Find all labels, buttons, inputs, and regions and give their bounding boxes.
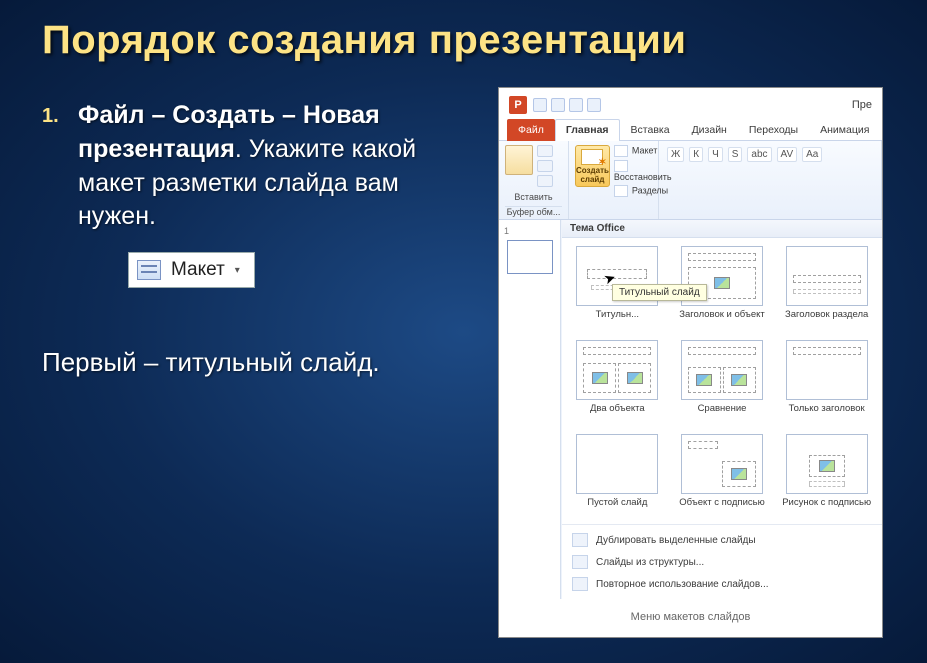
layout-label: Объект с подписью [679, 498, 764, 518]
layout-button-snippet: Макет ▾ [128, 252, 255, 288]
shadow-button[interactable]: S [728, 147, 743, 162]
quick-access-toolbar [533, 98, 601, 112]
layout-label: Рисунок с подписью [782, 498, 871, 518]
strike-button[interactable]: abc [747, 147, 771, 162]
ribbon-clipboard-group: Вставить Буфер обм... [499, 141, 569, 219]
layout-label: Заголовок и объект [679, 310, 765, 330]
layout-label: Пустой слайд [587, 498, 647, 518]
new-slide-label: Создать слайд [576, 167, 609, 184]
outline-icon [572, 555, 588, 569]
layout-content-caption[interactable] [681, 434, 763, 494]
cut-icon[interactable] [537, 145, 553, 157]
layout-comparison[interactable] [681, 340, 763, 400]
layout-label: Сравнение [698, 404, 747, 424]
window-title-fragment: Пре [852, 99, 872, 111]
tab-insert[interactable]: Вставка [620, 119, 681, 141]
tab-file[interactable]: Файл [507, 119, 555, 141]
tab-animation[interactable]: Анимация [809, 119, 880, 141]
italic-button[interactable]: К [689, 147, 703, 162]
clipboard-group-label: Буфер обм... [505, 206, 562, 217]
duplicate-icon [572, 533, 588, 547]
slide-title: Порядок создания презентации [42, 18, 885, 63]
powerpoint-logo-icon: P [509, 96, 527, 114]
layout-label: Титульн... [596, 310, 639, 330]
image-icon [592, 372, 608, 384]
tooltip: Титульный слайд [612, 284, 707, 301]
layout-icon [137, 260, 161, 280]
tab-design[interactable]: Дизайн [681, 119, 738, 141]
new-slide-icon [581, 149, 603, 165]
tab-home[interactable]: Главная [555, 119, 620, 141]
menu-label: Слайды из структуры... [596, 557, 704, 568]
image-icon [819, 460, 835, 472]
layout-label: Макет [171, 259, 225, 281]
paste-button[interactable] [505, 145, 533, 175]
layout-label: Только заголовок [789, 404, 865, 424]
step-text: Файл – Создать – Новая презентация. Укаж… [78, 99, 474, 234]
layout-blank[interactable] [576, 434, 658, 494]
layout-picture-caption[interactable] [786, 434, 868, 494]
menu-slides-from-outline[interactable]: Слайды из структуры... [562, 551, 882, 573]
new-slide-button[interactable]: Создать слайд [575, 145, 610, 187]
menu-label: Повторное использование слайдов... [596, 579, 769, 590]
case-button[interactable]: Aa [802, 147, 822, 162]
panel-caption: Меню макетов слайдов [499, 611, 882, 623]
slide-thumbnail[interactable] [507, 240, 553, 274]
step-1: 1. Файл – Создать – Новая презентация. У… [42, 99, 474, 234]
format-painter-icon[interactable] [537, 175, 553, 187]
menu-label: Дублировать выделенные слайды [596, 535, 756, 546]
reuse-icon [572, 577, 588, 591]
image-icon [731, 374, 747, 386]
paste-label: Вставить [505, 192, 562, 202]
menu-duplicate-slides[interactable]: Дублировать выделенные слайды [562, 529, 882, 551]
image-icon [731, 468, 747, 480]
image-icon [696, 374, 712, 386]
ribbon-slides-group: Создать слайд Макет Восстановить Разделы [569, 141, 659, 219]
slide-nav: 1 [499, 220, 561, 599]
bold-button[interactable]: Ж [667, 147, 684, 162]
layout-title-only[interactable] [786, 340, 868, 400]
slide-number: 1 [504, 226, 509, 236]
image-icon [714, 277, 730, 289]
tab-transitions[interactable]: Переходы [738, 119, 809, 141]
powerpoint-screenshot: P Пре Файл Главная Вставка Дизайн Перехо… [498, 87, 883, 638]
note-text: Первый – титульный слайд. [42, 346, 474, 380]
spacing-button[interactable]: AV [777, 147, 798, 162]
layout-section-header[interactable] [786, 246, 868, 306]
gallery-header: Тема Office [562, 220, 882, 238]
chevron-down-icon: ▾ [235, 265, 240, 276]
menu-reuse-slides[interactable]: Повторное использование слайдов... [562, 573, 882, 595]
copy-icon[interactable] [537, 160, 553, 172]
ribbon-font-group: Ж К Ч S abc AV Aa [659, 141, 882, 219]
layout-two-content[interactable] [576, 340, 658, 400]
image-icon [627, 372, 643, 384]
layout-label: Два объекта [590, 404, 645, 424]
step-number: 1. [42, 99, 64, 234]
underline-button[interactable]: Ч [708, 147, 723, 162]
layout-label: Заголовок раздела [785, 310, 868, 330]
